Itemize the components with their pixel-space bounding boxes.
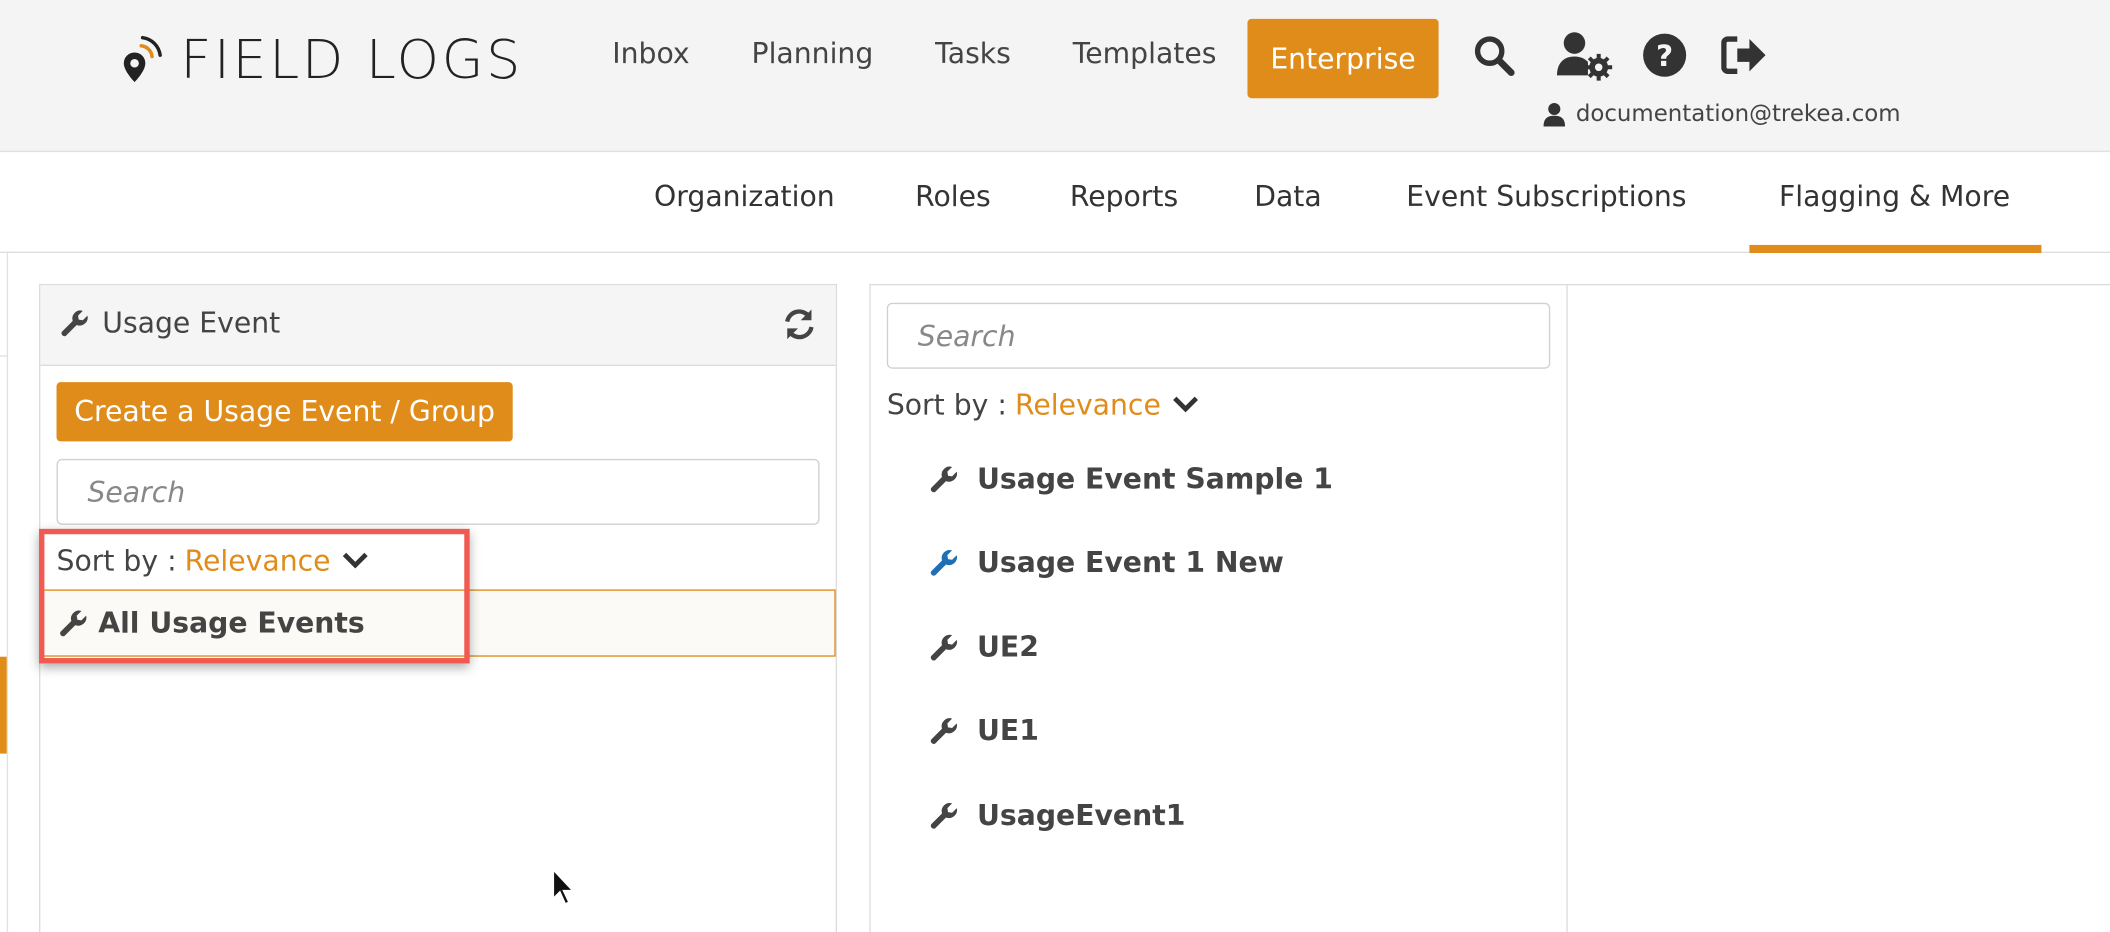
- panel-title-text: Usage Event: [102, 306, 281, 340]
- logo[interactable]: FIELD LOGS: [118, 30, 523, 92]
- sign-out-icon[interactable]: [1718, 30, 1769, 81]
- tab-data[interactable]: Data: [1254, 180, 1321, 212]
- list-item[interactable]: UE2: [929, 631, 1039, 663]
- tab-flagging-more[interactable]: Flagging & More: [1779, 180, 2010, 212]
- right-search-field[interactable]: [886, 302, 1551, 369]
- sub-nav: Organization Roles Reports Data Event Su…: [0, 153, 2110, 253]
- list-item[interactable]: Usage Event Sample 1: [929, 463, 1333, 495]
- list-item-label: UE2: [976, 631, 1039, 664]
- tab-event-subscriptions[interactable]: Event Subscriptions: [1406, 180, 1686, 212]
- help-icon[interactable]: ?: [1639, 30, 1690, 81]
- main-nav: Inbox Planning Tasks Templates: [612, 38, 1278, 70]
- nav-templates[interactable]: Templates: [1073, 38, 1217, 70]
- right-search-input[interactable]: [888, 304, 1549, 368]
- location-signal-icon: [123, 35, 162, 83]
- tab-roles[interactable]: Roles: [915, 180, 991, 212]
- tab-reports[interactable]: Reports: [1070, 180, 1178, 212]
- highlight-box: [39, 528, 470, 664]
- nav-inbox[interactable]: Inbox: [612, 38, 689, 70]
- nav-planning[interactable]: Planning: [752, 38, 874, 70]
- list-item-label: UsageEvent1: [976, 799, 1186, 832]
- user-account[interactable]: documentation@trekea.com: [1543, 100, 1901, 128]
- enterprise-button[interactable]: Enterprise: [1247, 18, 1439, 99]
- user-email: documentation@trekea.com: [1575, 100, 1901, 128]
- nav-tasks[interactable]: Tasks: [935, 38, 1011, 70]
- wrench-icon: [61, 310, 88, 337]
- panel-title: Usage Event: [59, 307, 280, 339]
- right-sort-row: Sort by : Relevance: [887, 389, 1199, 421]
- refresh-icon[interactable]: [782, 307, 817, 347]
- list-item-label: Usage Event 1 New: [976, 546, 1284, 579]
- usage-event-list-panel: Sort by : Relevance: [869, 283, 2110, 932]
- wrench-icon: [930, 803, 958, 829]
- panel-header: Usage Event: [40, 285, 836, 367]
- logo-text: FIELD LOGS: [180, 29, 523, 92]
- user-settings-icon[interactable]: [1553, 30, 1615, 81]
- left-search-input[interactable]: [57, 460, 819, 524]
- svg-text:?: ?: [1656, 39, 1673, 73]
- top-bar: FIELD LOGS Inbox Planning Tasks Template…: [0, 0, 2110, 153]
- wrench-icon: [930, 550, 958, 576]
- list-item[interactable]: Usage Event 1 New: [929, 546, 1284, 579]
- wrench-icon: [930, 634, 958, 661]
- list-item-label: Usage Event Sample 1: [976, 462, 1333, 496]
- panel-divider: [1566, 285, 1568, 932]
- wrench-icon: [930, 718, 958, 744]
- search-icon[interactable]: [1468, 30, 1519, 81]
- create-usage-event-button[interactable]: Create a Usage Event / Group: [56, 382, 513, 442]
- wrench-icon: [930, 466, 958, 493]
- list-item[interactable]: UE1: [929, 715, 1039, 747]
- sort-value[interactable]: Relevance: [1015, 389, 1161, 421]
- active-tab-indicator: [1749, 244, 2042, 253]
- user-icon: [1543, 102, 1566, 127]
- left-search-field[interactable]: [56, 458, 820, 525]
- list-item[interactable]: UsageEvent1: [929, 799, 1186, 832]
- side-panel-accent: [0, 656, 7, 754]
- sort-label: Sort by :: [886, 388, 1007, 422]
- list-item-label: UE1: [976, 714, 1039, 747]
- divider: [0, 355, 9, 357]
- tab-organization[interactable]: Organization: [654, 180, 835, 212]
- chevron-down-icon[interactable]: [1172, 396, 1199, 415]
- mouse-cursor-icon: [552, 867, 576, 906]
